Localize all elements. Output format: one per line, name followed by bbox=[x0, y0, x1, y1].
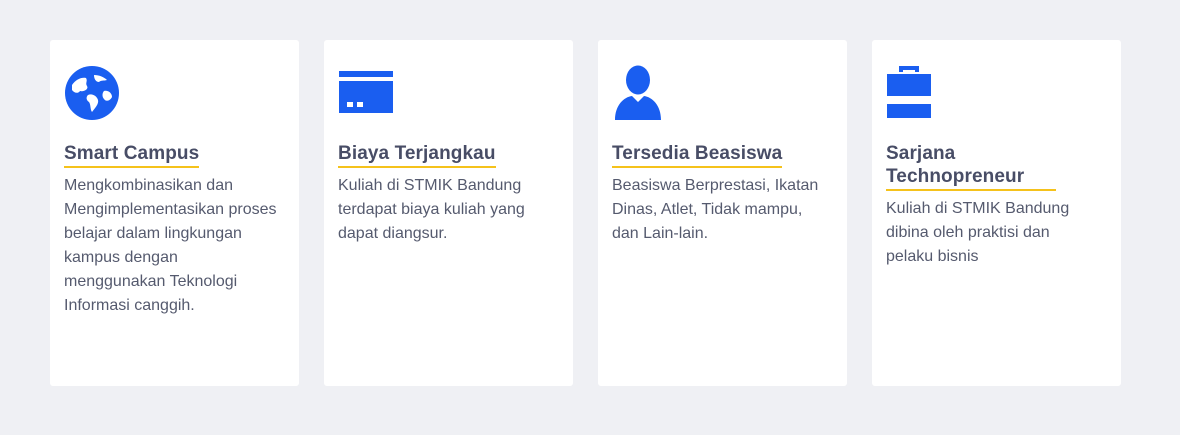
feature-title: Sarjana Technopreneur bbox=[886, 142, 1056, 191]
feature-title: Smart Campus bbox=[64, 142, 200, 168]
feature-title: Biaya Terjangkau bbox=[338, 142, 496, 168]
feature-description: Mengkombinasikan dan Mengimplementasikan… bbox=[64, 177, 277, 314]
feature-card-sarjana-technopreneur: Sarjana Technopreneur Kuliah di STMIK Ba… bbox=[872, 40, 1121, 386]
feature-description: Kuliah di STMIK Bandung terdapat biaya k… bbox=[338, 177, 525, 242]
briefcase-icon bbox=[886, 65, 946, 121]
feature-card-smart-campus: Smart Campus Mengkombinasikan dan Mengim… bbox=[50, 40, 299, 386]
globe-icon bbox=[64, 65, 124, 121]
feature-description: Beasiswa Berprestasi, Ikatan Dinas, Atle… bbox=[612, 177, 819, 242]
feature-card-tersedia-beasiswa: Tersedia Beasiswa Beasiswa Berprestasi, … bbox=[598, 40, 847, 386]
user-icon bbox=[612, 65, 672, 121]
credit-card-icon bbox=[338, 65, 398, 121]
feature-card-biaya-terjangkau: Biaya Terjangkau Kuliah di STMIK Bandung… bbox=[324, 40, 573, 386]
feature-cards: Smart Campus Mengkombinasikan dan Mengim… bbox=[50, 40, 1121, 386]
feature-description: Kuliah di STMIK Bandung dibina oleh prak… bbox=[886, 200, 1070, 265]
feature-title: Tersedia Beasiswa bbox=[612, 142, 783, 168]
